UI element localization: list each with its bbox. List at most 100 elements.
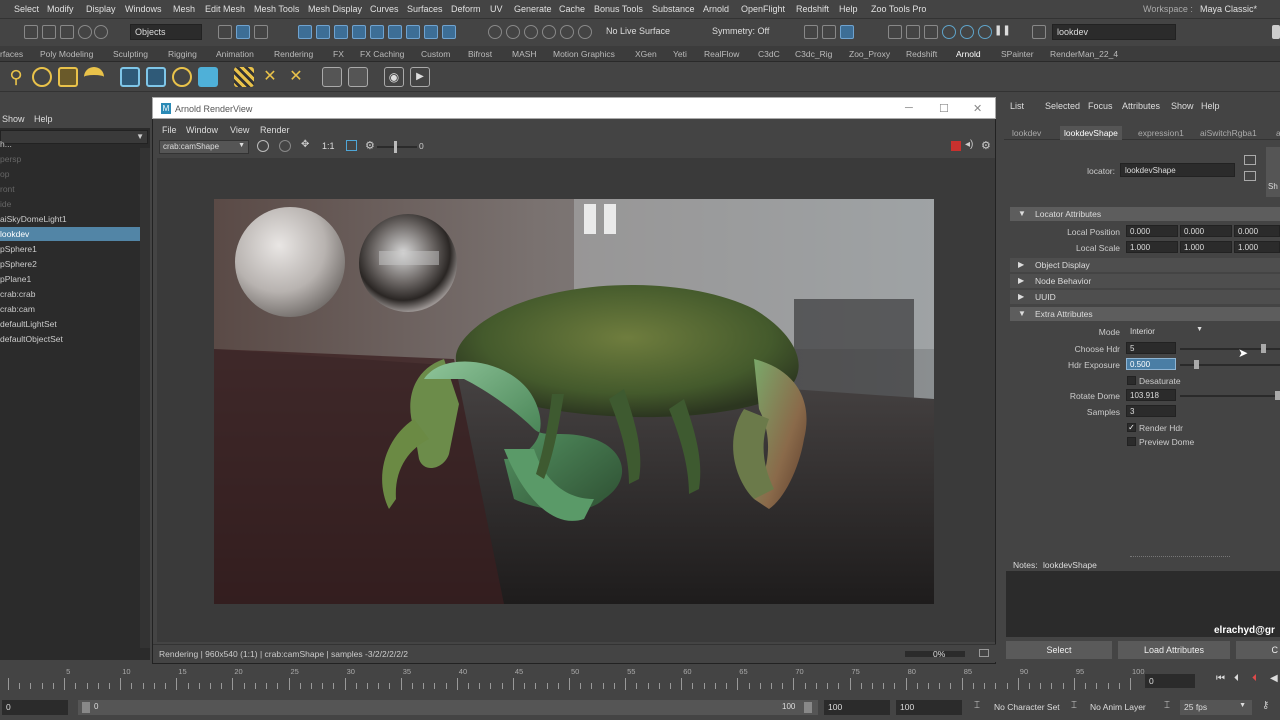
camera-attr-icon[interactable] — [822, 25, 836, 39]
camera-icon[interactable] — [804, 25, 818, 39]
menu-deform[interactable]: Deform — [451, 4, 481, 14]
ratio-label[interactable]: 1:1 — [322, 141, 335, 151]
ae-tab-active[interactable]: lookdevShape — [1060, 126, 1122, 140]
arnold-lights-icon[interactable] — [978, 25, 992, 39]
exposure-slider-knob[interactable] — [394, 141, 397, 153]
menu-mesh-tools[interactable]: Mesh Tools — [254, 4, 299, 14]
outliner-item[interactable]: ide — [0, 197, 140, 211]
live-surface-field[interactable]: No Live Surface — [602, 24, 688, 40]
go-to-start-icon[interactable]: ⏮ — [1216, 673, 1225, 684]
current-frame-field[interactable]: 0 — [1145, 674, 1195, 688]
menu-substance[interactable]: Substance — [652, 4, 695, 14]
snap-surface-icon[interactable] — [370, 25, 384, 39]
light-manager-icon[interactable] — [348, 67, 368, 87]
flush-lights-icon[interactable]: ✕ — [286, 67, 306, 87]
desaturate-checkbox[interactable] — [1127, 376, 1136, 385]
render-view-icon[interactable] — [906, 25, 920, 39]
local-position-y[interactable]: 0.000 — [1180, 225, 1232, 237]
shelf-tab[interactable]: FX — [333, 49, 344, 59]
checker-icon[interactable] — [234, 67, 254, 87]
play-icon[interactable]: ▶ — [410, 67, 430, 87]
outliner-item[interactable]: aiSkyDomeLight1 — [0, 212, 140, 226]
local-position-z[interactable]: 0.000 — [1234, 225, 1280, 237]
snap-view-plane-icon[interactable] — [352, 25, 366, 39]
photometric-light-icon[interactable] — [58, 67, 78, 87]
local-scale-x[interactable]: 1.000 — [1126, 241, 1178, 253]
outliner-item[interactable]: persp — [0, 152, 140, 166]
shelf-tab[interactable]: Custom — [421, 49, 450, 59]
menu-display[interactable]: Display — [86, 4, 116, 14]
choose-hdr-field[interactable]: 5 — [1126, 342, 1176, 354]
local-scale-y[interactable]: 1.000 — [1180, 241, 1232, 253]
menu-curves[interactable]: Curves — [370, 4, 399, 14]
cube-icon[interactable] — [198, 67, 218, 87]
pause-icon[interactable]: ❚❚ — [994, 25, 1011, 39]
range-handle-left[interactable] — [82, 702, 90, 713]
mesh-light-icon[interactable] — [32, 67, 52, 87]
shelf-tab-active[interactable]: Arnold — [956, 49, 981, 59]
node-name-field[interactable]: lookdevShape — [1120, 163, 1235, 177]
copy-tab-button[interactable]: C — [1236, 641, 1280, 659]
locator-attributes-section[interactable]: ▼ Locator Attributes — [1010, 207, 1280, 221]
arnold-ipr-icon[interactable] — [942, 25, 956, 39]
maximize-icon[interactable]: ☐ — [939, 102, 949, 115]
shelf-tab[interactable]: Zoo_Proxy — [849, 49, 890, 59]
search-field[interactable]: lookdev — [1052, 24, 1176, 40]
choose-hdr-slider-knob[interactable] — [1261, 344, 1266, 353]
object-display-section[interactable]: ▶ Object Display — [1010, 258, 1280, 272]
anim-end-field[interactable]: 100 — [896, 700, 962, 715]
tx-manager-icon[interactable] — [322, 67, 342, 87]
expand-icon[interactable] — [979, 649, 989, 657]
shelf-tab[interactable]: Yeti — [673, 49, 687, 59]
volume-icon[interactable] — [146, 67, 166, 87]
load-attributes-button[interactable]: Load Attributes — [1118, 641, 1230, 659]
shelf-tab[interactable]: C3dc_Rig — [795, 49, 832, 59]
range-handle-right[interactable] — [804, 702, 812, 713]
select-button[interactable]: Select — [1006, 641, 1112, 659]
menu-zoo-tools-pro[interactable]: Zoo Tools Pro — [871, 4, 926, 14]
shelf-tab[interactable]: Poly Modeling — [40, 49, 93, 59]
menu-windows[interactable]: Windows — [125, 4, 162, 14]
outliner-item[interactable]: crab:cam — [0, 302, 140, 316]
outliner-item[interactable]: pPlane1 — [0, 272, 140, 286]
ae-tab[interactable]: aiSwitchRgba1 — [1200, 128, 1257, 138]
select-object-icon[interactable] — [236, 25, 250, 39]
snap-curve-icon[interactable] — [316, 25, 330, 39]
menu-arnold[interactable]: Arnold — [703, 4, 729, 14]
channel-icon[interactable] — [279, 140, 291, 152]
crop-icon[interactable]: ✥ — [301, 139, 309, 150]
character-set-icon[interactable]: ⌶ — [1071, 700, 1077, 711]
select-hierarchy-icon[interactable] — [218, 25, 232, 39]
fps-dropdown[interactable]: 25 fps ▼ — [1180, 700, 1252, 715]
standin-icon[interactable] — [120, 67, 140, 87]
local-position-x[interactable]: 0.000 — [1126, 225, 1178, 237]
menu-edit-mesh[interactable]: Edit Mesh — [205, 4, 245, 14]
menu-cache[interactable]: Cache — [559, 4, 585, 14]
select-component-icon[interactable] — [254, 25, 268, 39]
range-end-field[interactable]: 100 — [824, 700, 890, 715]
outliner-item[interactable]: defaultObjectSet — [0, 332, 140, 346]
range-slider[interactable]: 0 100 — [78, 700, 818, 715]
rv-menu-file[interactable]: File — [162, 125, 177, 135]
minimize-icon[interactable]: ─ — [905, 102, 913, 114]
play-back-icon[interactable]: ◀ — [1270, 673, 1278, 684]
ae-menu-show[interactable]: Show — [1171, 101, 1194, 111]
uuid-section[interactable]: ▶ UUID — [1010, 290, 1280, 304]
workspace-value[interactable]: Maya Classic* — [1200, 4, 1257, 14]
camera-dropdown[interactable]: crab:camShape ▼ — [159, 140, 249, 154]
rv-menu-window[interactable]: Window — [186, 125, 218, 135]
key-icon[interactable]: ⚷ — [1262, 700, 1269, 711]
rv-settings-icon[interactable]: ⚙ — [981, 139, 991, 152]
region-icon[interactable] — [346, 140, 357, 151]
snap-magnet-icon[interactable] — [442, 25, 456, 39]
ae-menu-attributes[interactable]: Attributes — [1122, 101, 1160, 111]
local-scale-z[interactable]: 1.000 — [1234, 241, 1280, 253]
presets-icon[interactable] — [1244, 171, 1256, 181]
curve-collector-icon[interactable] — [172, 67, 192, 87]
outliner-item[interactable]: ront — [0, 182, 140, 196]
panel-toggle-icon[interactable] — [1032, 25, 1046, 39]
snap-vertex-icon[interactable] — [406, 25, 420, 39]
snap-edge-icon[interactable] — [388, 25, 402, 39]
shelf-tab[interactable]: RealFlow — [704, 49, 739, 59]
range-lock-icon[interactable]: ⌶ — [974, 700, 980, 711]
